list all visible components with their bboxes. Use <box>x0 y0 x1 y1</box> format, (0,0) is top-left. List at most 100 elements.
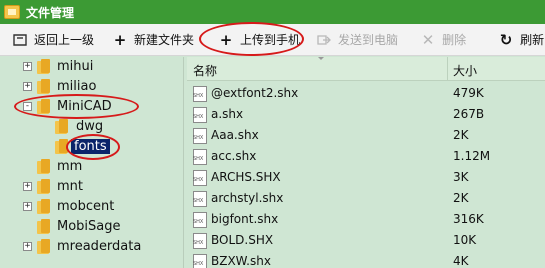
tree-item-mobcent[interactable]: + mobcent <box>0 197 183 217</box>
file-size: 4K <box>453 254 469 268</box>
tree-item-miliao[interactable]: + miliao <box>0 77 183 97</box>
file-size: 316K <box>453 212 484 226</box>
expand-icon[interactable]: + <box>23 242 32 251</box>
refresh-button[interactable]: ↻ 刷新 <box>494 27 545 53</box>
file-manager-icon <box>4 5 20 19</box>
window-title: 文件管理 <box>26 5 75 20</box>
file-size: 1.12M <box>453 149 491 163</box>
close-icon: ✕ <box>421 30 435 49</box>
folder-icon <box>37 199 51 215</box>
file-row[interactable]: BOLD.SHX 10K <box>187 230 545 251</box>
tree-item-label: mihui <box>57 59 94 74</box>
tree-item-label: miliao <box>57 79 97 94</box>
shx-file-icon <box>193 233 207 249</box>
folder-icon <box>37 159 51 175</box>
tree-item-label: mnt <box>57 179 83 194</box>
folder-icon <box>37 179 51 195</box>
shx-file-icon <box>193 128 207 144</box>
folder-icon <box>55 119 69 135</box>
delete-label: 删除 <box>442 33 467 47</box>
tree-item-mobisage[interactable]: MobiSage <box>0 217 183 237</box>
tree-item-mm[interactable]: mm <box>0 157 183 177</box>
folder-icon <box>37 79 51 95</box>
folder-icon <box>37 239 51 255</box>
shx-file-icon <box>193 191 207 207</box>
column-divider[interactable] <box>447 57 448 81</box>
file-name: BZXW.shx <box>211 254 271 268</box>
file-size: 2K <box>453 128 469 142</box>
file-name: ARCHS.SHX <box>211 170 281 184</box>
file-name: Aaa.shx <box>211 128 259 142</box>
expand-icon[interactable]: + <box>23 182 32 191</box>
tree-item-mreaderdata[interactable]: + mreaderdata <box>0 237 183 257</box>
shx-file-icon <box>193 254 207 268</box>
new-folder-button[interactable]: + 新建文件夹 <box>108 27 198 53</box>
column-name-header[interactable]: 名称 <box>193 62 217 79</box>
back-label: 返回上一级 <box>34 33 95 47</box>
upload-to-phone-button[interactable]: + 上传到手机 <box>214 27 304 53</box>
tree-item-label: MobiSage <box>57 219 121 234</box>
plus-icon: + <box>219 30 233 49</box>
toolbar: 返回上一级 + 新建文件夹 + 上传到手机 发送到电脑 ✕ 删除 ↻ 刷新 <box>0 24 545 56</box>
folder-tree: + mihui + miliao - MiniCAD dwg fonts mm … <box>0 57 184 268</box>
refresh-label: 刷新 <box>520 33 545 47</box>
tree-item-fonts[interactable]: fonts <box>0 137 183 157</box>
file-list: 名称 大小 @extfont2.shx 479K a.shx 267B Aaa.… <box>187 57 545 268</box>
folder-icon <box>37 219 51 235</box>
expand-icon[interactable]: + <box>23 202 32 211</box>
file-row[interactable]: archstyl.shx 2K <box>187 188 545 209</box>
column-size-header[interactable]: 大小 <box>453 62 477 79</box>
expand-icon[interactable]: + <box>23 82 32 91</box>
send-arrow-icon <box>316 32 332 48</box>
tree-item-minicad[interactable]: - MiniCAD <box>0 97 183 117</box>
tree-item-dwg[interactable]: dwg <box>0 117 183 137</box>
file-row[interactable]: acc.shx 1.12M <box>187 146 545 167</box>
shx-file-icon <box>193 86 207 102</box>
file-row[interactable]: BZXW.shx 4K <box>187 251 545 268</box>
tree-item-label: fonts <box>71 139 110 154</box>
upload-label: 上传到手机 <box>240 33 301 47</box>
file-size: 2K <box>453 191 469 205</box>
shx-file-icon <box>193 212 207 228</box>
tree-item-mnt[interactable]: + mnt <box>0 177 183 197</box>
back-folder-icon <box>12 32 28 48</box>
file-name: bigfont.shx <box>211 212 279 226</box>
file-size: 479K <box>453 86 484 100</box>
folder-icon <box>55 139 69 155</box>
expand-icon[interactable]: + <box>23 62 32 71</box>
file-name: a.shx <box>211 107 244 121</box>
file-name: archstyl.shx <box>211 191 284 205</box>
delete-button[interactable]: ✕ 删除 <box>416 27 470 53</box>
file-name: BOLD.SHX <box>211 233 274 247</box>
file-row[interactable]: @extfont2.shx 479K <box>187 83 545 104</box>
tree-item-label: MiniCAD <box>57 99 112 114</box>
file-row[interactable]: a.shx 267B <box>187 104 545 125</box>
refresh-icon: ↻ <box>499 30 513 49</box>
shx-file-icon <box>193 149 207 165</box>
file-name: acc.shx <box>211 149 257 163</box>
back-button[interactable]: 返回上一级 <box>8 27 98 53</box>
new-folder-label: 新建文件夹 <box>134 33 195 47</box>
folder-open-icon <box>37 99 51 115</box>
send-label: 发送到电脑 <box>338 33 399 47</box>
shx-file-icon <box>193 107 207 123</box>
sort-arrow-icon <box>317 57 325 60</box>
file-size: 10K <box>453 233 477 247</box>
collapse-icon[interactable]: - <box>23 102 32 111</box>
tree-item-label: mm <box>57 159 83 174</box>
tree-item-label: mobcent <box>57 199 115 214</box>
file-size: 3K <box>453 170 469 184</box>
file-row[interactable]: bigfont.shx 316K <box>187 209 545 230</box>
send-to-computer-button[interactable]: 发送到电脑 <box>312 27 402 53</box>
column-header: 名称 大小 <box>187 57 545 81</box>
shx-file-icon <box>193 170 207 186</box>
file-row[interactable]: Aaa.shx 2K <box>187 125 545 146</box>
tree-item-label: mreaderdata <box>57 239 142 254</box>
title-bar: 文件管理 <box>0 0 545 24</box>
plus-icon: + <box>113 30 127 49</box>
file-row[interactable]: ARCHS.SHX 3K <box>187 167 545 188</box>
file-name: @extfont2.shx <box>211 86 299 100</box>
folder-icon <box>37 59 51 75</box>
tree-item-mihui[interactable]: + mihui <box>0 57 183 77</box>
tree-item-label: dwg <box>76 119 104 134</box>
